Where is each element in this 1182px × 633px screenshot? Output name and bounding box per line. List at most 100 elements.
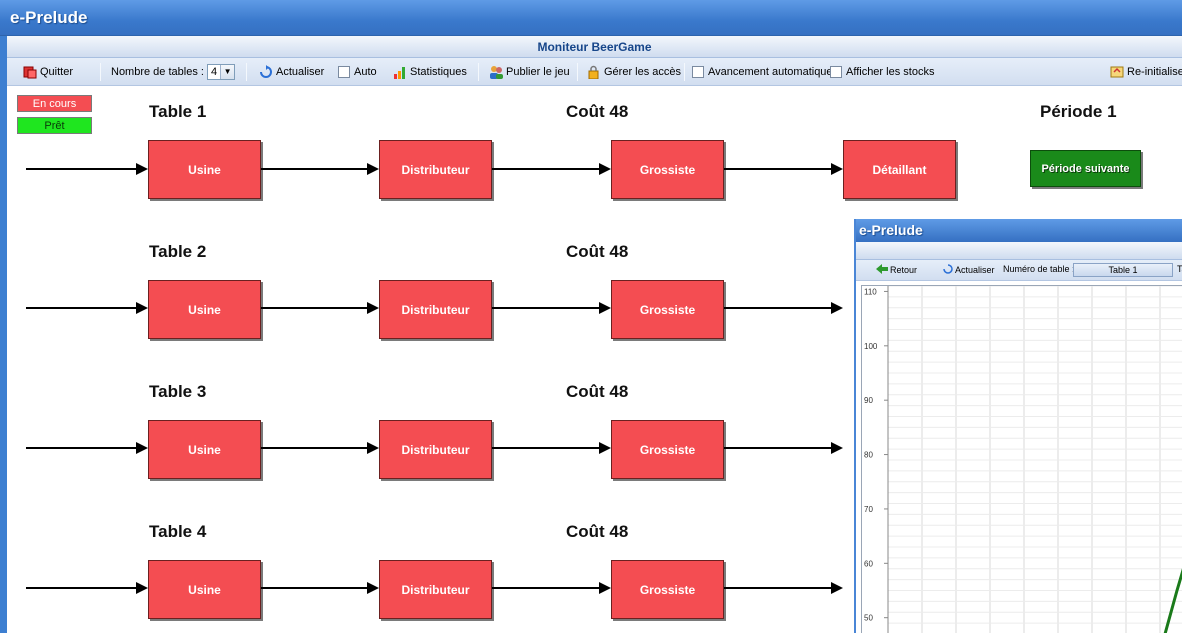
table-cost: Coût 48 <box>566 382 629 401</box>
tables-count-value: 4 <box>210 66 218 78</box>
role-box-distributor[interactable]: Distributeur <box>379 140 492 199</box>
toolbar-divider <box>246 63 247 81</box>
statistics-window: e-Prelude Retour Actualiser Numéro de ta… <box>854 219 1182 633</box>
tables-count-group: Nombre de tables : 4 ▼ <box>111 64 236 80</box>
role-box-factory[interactable]: Usine <box>148 560 261 619</box>
flow-arrow-line <box>261 587 369 589</box>
refresh-label: Actualiser <box>276 66 325 78</box>
chevron-down-icon: ▼ <box>220 65 235 79</box>
manage-access-label: Gérer les accès <box>604 66 682 78</box>
refresh-button[interactable]: Actualiser <box>259 64 324 80</box>
y-tick-label: 80 <box>864 451 873 460</box>
table-number-select[interactable]: Table 1 <box>1073 263 1173 277</box>
y-tick-label: 50 <box>864 614 873 623</box>
statistics-window-title: e-Prelude <box>856 219 1182 242</box>
flow-arrow-line <box>492 307 601 309</box>
toolbar-divider <box>478 63 479 81</box>
show-stock-checkbox-box[interactable] <box>830 66 842 78</box>
flow-arrow-head <box>599 442 611 454</box>
flow-arrow-line <box>261 307 369 309</box>
auto-advance-checkbox[interactable]: Avancement automatique <box>692 64 833 80</box>
flow-arrow-head <box>831 442 843 454</box>
flow-arrow-line <box>492 587 601 589</box>
flow-arrow-line <box>724 307 833 309</box>
role-box-retailer[interactable]: Détaillant <box>843 140 956 199</box>
back-label: Retour <box>890 265 918 275</box>
show-stock-label: Afficher les stocks <box>846 66 935 78</box>
tables-count-select[interactable]: 4 ▼ <box>206 64 236 80</box>
flow-arrow-head <box>367 163 379 175</box>
quit-button[interactable]: Quitter <box>23 64 73 80</box>
page-subtitle: Moniteur BeerGame <box>7 36 1182 58</box>
flow-arrow-head <box>136 302 148 314</box>
role-box-wholesaler[interactable]: Grossiste <box>611 420 724 479</box>
role-box-wholesaler[interactable]: Grossiste <box>611 560 724 619</box>
statistics-window-subheader <box>856 242 1182 260</box>
statistics-button[interactable]: Statistiques <box>393 64 467 80</box>
publish-label: Publier le jeu <box>506 66 570 78</box>
toolbar-divider <box>684 63 685 81</box>
refresh-icon <box>259 65 273 79</box>
y-tick-label: 100 <box>864 342 878 351</box>
chart-refresh-button[interactable]: Actualiser <box>943 264 995 276</box>
role-box-wholesaler[interactable]: Grossiste <box>611 280 724 339</box>
flow-arrow-head <box>136 582 148 594</box>
show-stock-checkbox[interactable]: Afficher les stocks <box>830 64 934 80</box>
statistics-label: Statistiques <box>410 66 467 78</box>
table-cost: Coût 48 <box>566 102 629 121</box>
role-box-factory[interactable]: Usine <box>148 420 261 479</box>
flow-arrow-line <box>26 447 138 449</box>
auto-checkbox[interactable]: Auto <box>338 64 377 80</box>
toolbar-divider <box>577 63 578 81</box>
flow-arrow-head <box>367 302 379 314</box>
bar-chart-icon <box>393 65 407 79</box>
key-lock-icon <box>587 65 601 80</box>
flow-arrow-line <box>26 307 138 309</box>
table-label: Table 3 <box>149 382 207 401</box>
main-toolbar: Quitter Nombre de tables : 4 ▼ Actualise… <box>7 58 1182 86</box>
auto-label: Auto <box>354 66 377 78</box>
tab-partial[interactable]: Ta <box>1177 264 1182 274</box>
role-box-wholesaler[interactable]: Grossiste <box>611 140 724 199</box>
y-tick-label: 60 <box>864 559 873 568</box>
flow-arrow-line <box>492 168 601 170</box>
flow-arrow-head <box>599 582 611 594</box>
next-period-button[interactable]: Période suivante <box>1030 150 1141 187</box>
flow-arrow-line <box>492 447 601 449</box>
auto-advance-label: Avancement automatique <box>708 66 833 78</box>
back-button[interactable]: Retour <box>876 264 917 276</box>
table-number-label: Numéro de table : <box>1003 264 1075 274</box>
role-box-distributor[interactable]: Distributeur <box>379 420 492 479</box>
table-label: Table 4 <box>149 522 207 541</box>
app-title: e-Prelude <box>10 8 88 27</box>
manage-access-button[interactable]: Gérer les accès <box>587 64 681 80</box>
flow-arrow-head <box>136 442 148 454</box>
role-box-factory[interactable]: Usine <box>148 140 261 199</box>
publish-button[interactable]: Publier le jeu <box>489 64 570 80</box>
role-box-distributor[interactable]: Distributeur <box>379 560 492 619</box>
users-icon <box>489 65 503 79</box>
auto-checkbox-box[interactable] <box>338 66 350 78</box>
flow-arrow-head <box>831 163 843 175</box>
flow-arrow-head <box>831 582 843 594</box>
flow-arrow-head <box>599 302 611 314</box>
status-legend-in-progress: En cours <box>17 95 92 112</box>
flow-arrow-head <box>367 582 379 594</box>
flow-arrow-line <box>724 587 833 589</box>
period-label: Période 1 <box>1040 102 1117 121</box>
quit-icon <box>23 65 37 79</box>
chart-area: 110 100 90 80 70 60 50 <box>861 285 1182 633</box>
line-chart: 110 100 90 80 70 60 50 <box>864 285 1182 633</box>
window-frame-left <box>0 36 7 633</box>
flow-arrow-head <box>831 302 843 314</box>
reset-button[interactable]: Re-initialiser <box>1110 64 1182 80</box>
flow-arrow-line <box>261 168 369 170</box>
quit-label: Quitter <box>40 66 74 78</box>
flow-arrow-line <box>724 447 833 449</box>
role-box-factory[interactable]: Usine <box>148 280 261 339</box>
refresh-icon <box>943 264 953 276</box>
auto-advance-checkbox-box[interactable] <box>692 66 704 78</box>
role-box-distributor[interactable]: Distributeur <box>379 280 492 339</box>
y-tick-label: 90 <box>864 396 873 405</box>
back-arrow-icon <box>876 264 888 276</box>
